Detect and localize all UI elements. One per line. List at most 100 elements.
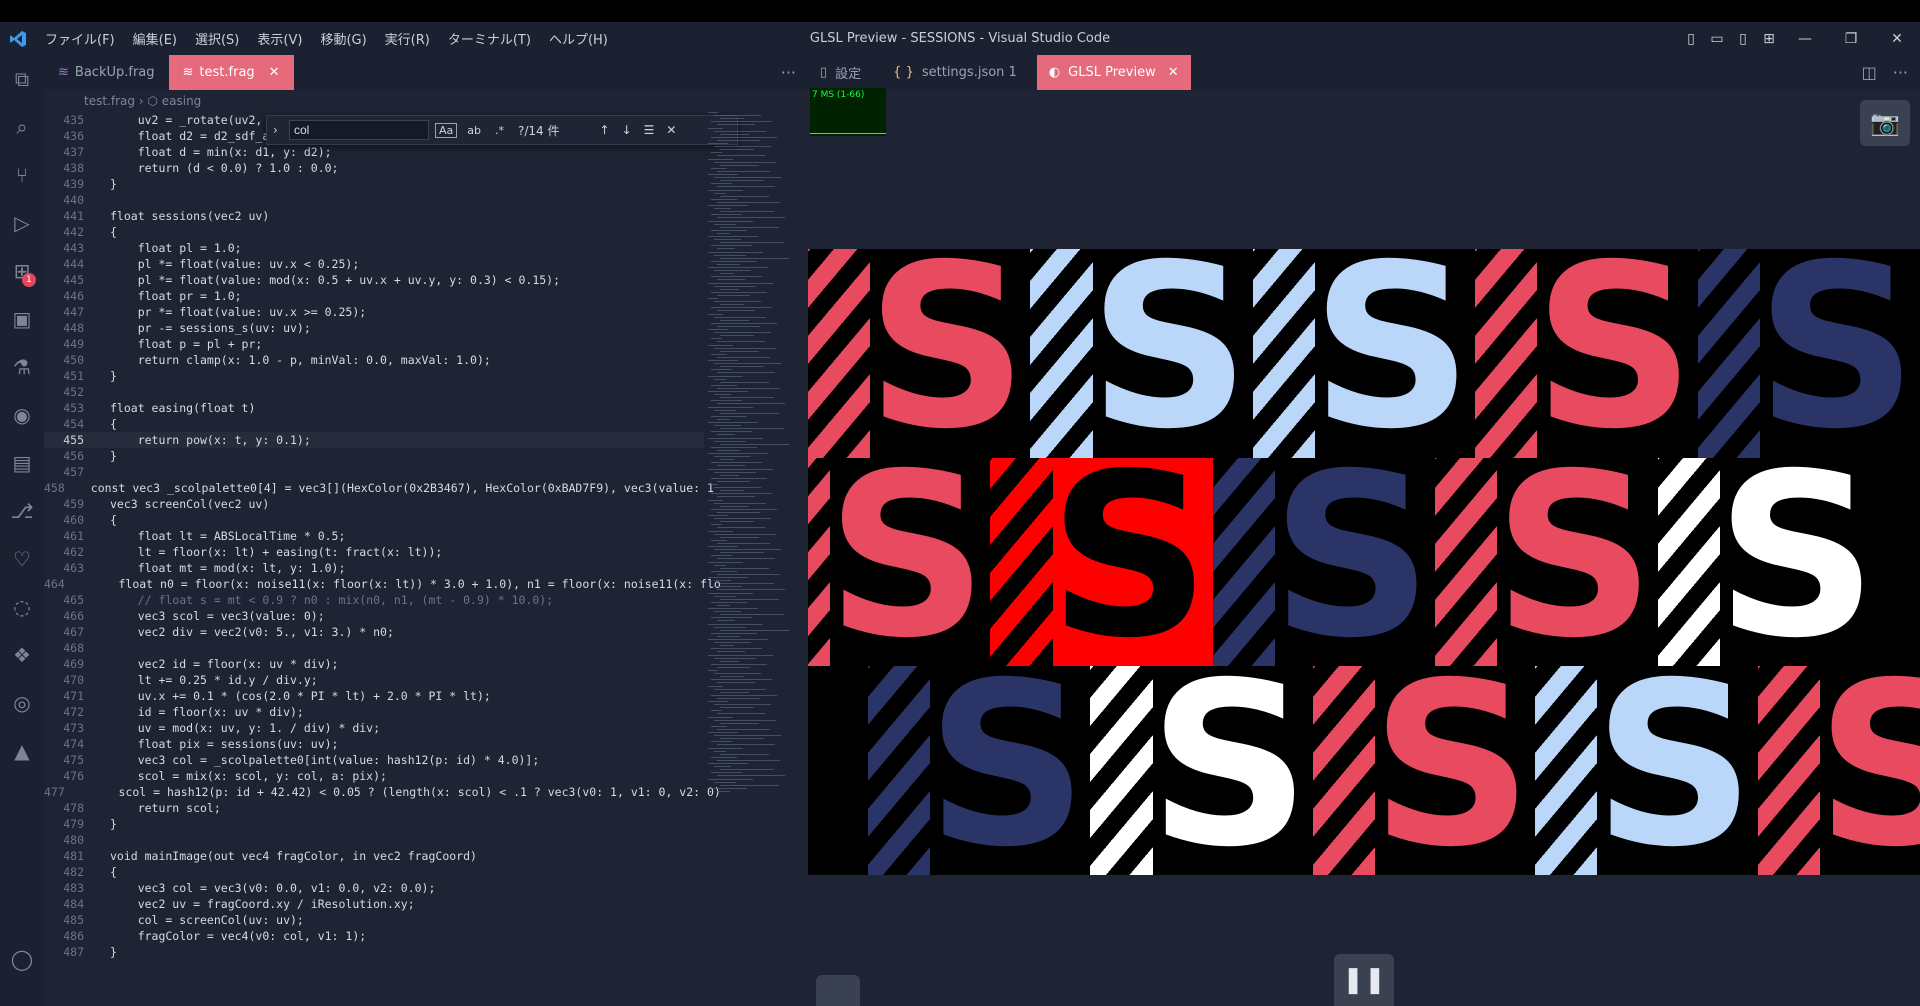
- menu-item[interactable]: ファイル(F): [36, 29, 124, 48]
- code-line[interactable]: 461 float lt = ABSLocalTime * 0.5;: [44, 528, 704, 544]
- code-lines[interactable]: 435 uv2 = _rotate(uv2, 436 float d2 = d2_…: [44, 112, 721, 960]
- code-line[interactable]: 483 vec3 col = vec3(v0: 0.0, v1: 0.0, v2…: [44, 880, 704, 896]
- match-case-toggle[interactable]: Aa: [435, 122, 458, 138]
- tab-settings[interactable]: ▯ 設定: [808, 55, 873, 90]
- code-line[interactable]: 470 lt += 0.25 * id.y / div.y;: [44, 672, 704, 688]
- code-line[interactable]: 468: [44, 640, 704, 656]
- toggle-secondary-sidebar-icon[interactable]: ▯: [1730, 31, 1756, 47]
- menu-item[interactable]: ヘルプ(H): [540, 29, 617, 48]
- code-line[interactable]: 456}: [44, 448, 704, 464]
- find-input[interactable]: [289, 120, 429, 140]
- shader-canvas[interactable]: SSSSSSSSSSSSSSS: [808, 249, 1920, 875]
- github-icon[interactable]: ◉: [0, 391, 44, 439]
- code-line[interactable]: 459 vec3 screenCol(vec2 uv): [44, 496, 704, 512]
- menu-item[interactable]: 選択(S): [186, 29, 248, 48]
- code-line[interactable]: 466 vec3 scol = vec3(value: 0);: [44, 608, 704, 624]
- close-tab-icon[interactable]: ✕: [269, 65, 280, 80]
- code-line[interactable]: 452: [44, 384, 704, 400]
- regex-toggle[interactable]: .*: [491, 123, 508, 138]
- close-window-icon[interactable]: ✕: [1874, 31, 1920, 47]
- json-icon[interactable]: ◌: [0, 583, 44, 631]
- toggle-panel-icon[interactable]: ▭: [1704, 31, 1730, 47]
- code-line[interactable]: 446 float pr = 1.0;: [44, 288, 704, 304]
- code-line[interactable]: 486 fragColor = vec4(v0: col, v1: 1);: [44, 928, 704, 944]
- azure-icon[interactable]: ▲: [0, 727, 44, 775]
- code-line[interactable]: 438 return (d < 0.0) ? 1.0 : 0.0;: [44, 160, 704, 176]
- tab-settings-json[interactable]: { } settings.json 1: [881, 55, 1029, 90]
- split-editor-icon[interactable]: ◫: [1862, 55, 1877, 90]
- code-line[interactable]: 462 lt = floor(x: lt) + easing(t: fract(…: [44, 544, 704, 560]
- breadcrumb-symbol[interactable]: easing: [162, 94, 202, 108]
- search-icon[interactable]: ⌕: [0, 103, 44, 151]
- match-word-toggle[interactable]: ab: [463, 123, 485, 138]
- customize-layout-icon[interactable]: ⊞: [1756, 31, 1782, 47]
- code-line[interactable]: 450 return clamp(x: 1.0 - p, minVal: 0.0…: [44, 352, 704, 368]
- terminal-icon[interactable]: ▤: [0, 439, 44, 487]
- tab-backup-frag[interactable]: ≋ BackUp.frag: [44, 55, 169, 90]
- code-line[interactable]: 457: [44, 464, 704, 480]
- code-line[interactable]: 465 // float s = mt < 0.9 ? n0 : mix(n0,…: [44, 592, 704, 608]
- code-line[interactable]: 478 return scol;: [44, 800, 704, 816]
- code-line[interactable]: 481 void mainImage(out vec4 fragColor, in…: [44, 848, 704, 864]
- next-match-icon[interactable]: ↓: [622, 123, 632, 137]
- minimap[interactable]: [704, 112, 804, 1002]
- code-line[interactable]: 439}: [44, 176, 704, 192]
- code-line[interactable]: 451}: [44, 368, 704, 384]
- code-line[interactable]: 458 const vec3 _scolpalette0[4] = vec3[](…: [44, 480, 714, 496]
- restore-icon[interactable]: ❐: [1828, 31, 1874, 47]
- code-line[interactable]: 472 id = floor(x: uv * div);: [44, 704, 704, 720]
- menu-item[interactable]: 編集(E): [124, 29, 186, 48]
- pause-button[interactable]: ❚❚: [1334, 954, 1394, 1006]
- toggle-primary-sidebar-icon[interactable]: ▯: [1678, 31, 1704, 47]
- testing-icon[interactable]: ⚗: [0, 343, 44, 391]
- code-line[interactable]: 442 {: [44, 224, 704, 240]
- extensions-icon[interactable]: ⊞ 1: [0, 247, 44, 295]
- code-line[interactable]: 475 vec3 col = _scolpalette0[int(value: …: [44, 752, 704, 768]
- code-line[interactable]: 445 pl *= float(value: mod(x: 0.5 + uv.x…: [44, 272, 704, 288]
- screenshot-camera-icon[interactable]: 📷: [1860, 100, 1910, 146]
- menu-item[interactable]: 移動(G): [311, 29, 375, 48]
- code-line[interactable]: 454 {: [44, 416, 704, 432]
- code-line[interactable]: 443 float pl = 1.0;: [44, 240, 704, 256]
- code-line[interactable]: 467 vec2 div = vec2(v0: 5., v1: 3.) * n0…: [44, 624, 704, 640]
- code-line[interactable]: 471 uv.x += 0.1 * (cos(2.0 * PI * lt) + …: [44, 688, 704, 704]
- tab-test-frag[interactable]: ≋ test.frag ✕: [168, 55, 294, 90]
- code-line[interactable]: 469 vec2 id = floor(x: uv * div);: [44, 656, 704, 672]
- code-line[interactable]: 477 scol = hash12(p: id + 42.42) < 0.05 …: [44, 784, 721, 800]
- timeline-icon[interactable]: ♡: [0, 535, 44, 583]
- more-actions-icon[interactable]: ···: [1893, 55, 1908, 90]
- code-line[interactable]: 441 float sessions(vec2 uv): [44, 208, 704, 224]
- code-line[interactable]: 479}: [44, 816, 704, 832]
- code-line[interactable]: 485 col = screenCol(uv: uv);: [44, 912, 704, 928]
- toggle-replace-icon[interactable]: ›: [273, 123, 278, 137]
- code-line[interactable]: 487}: [44, 944, 704, 960]
- more-actions-icon[interactable]: ···: [769, 55, 808, 90]
- source-control-icon[interactable]: ⑂: [0, 151, 44, 199]
- python-icon[interactable]: ❖: [0, 631, 44, 679]
- close-tab-icon[interactable]: ✕: [1168, 65, 1179, 80]
- tab-glsl-preview[interactable]: ◐ GLSL Preview ✕: [1036, 55, 1191, 90]
- code-line[interactable]: 476 scol = mix(x: scol, y: col, a: pix);: [44, 768, 704, 784]
- code-line[interactable]: 484 vec2 uv = fragCoord.xy / iResolution…: [44, 896, 704, 912]
- menu-item[interactable]: 実行(R): [376, 29, 439, 48]
- account-icon[interactable]: ◯: [0, 935, 44, 983]
- minimize-icon[interactable]: —: [1782, 31, 1828, 47]
- remote-explorer-icon[interactable]: ▣: [0, 295, 44, 343]
- breadcrumb-file[interactable]: test.frag: [84, 94, 135, 108]
- code-line[interactable]: 440: [44, 192, 704, 208]
- code-line[interactable]: 473 uv = mod(x: uv, y: 1. / div) * div;: [44, 720, 704, 736]
- code-line[interactable]: 464 float n0 = floor(x: noise11(x: floor…: [44, 576, 721, 592]
- menu-item[interactable]: 表示(V): [248, 29, 311, 48]
- close-find-icon[interactable]: ✕: [666, 123, 676, 137]
- code-line[interactable]: 455 return pow(x: t, y: 0.1);: [44, 432, 704, 448]
- explorer-icon[interactable]: ⧉: [0, 55, 44, 103]
- git-graph-icon[interactable]: ⎇: [0, 487, 44, 535]
- code-line[interactable]: 460 {: [44, 512, 704, 528]
- code-line[interactable]: 437 float d = min(x: d1, y: d2);: [44, 144, 704, 160]
- record-icon[interactable]: ◎: [0, 679, 44, 727]
- find-in-selection-icon[interactable]: ☰: [644, 123, 655, 137]
- code-line[interactable]: 482 {: [44, 864, 704, 880]
- record-button[interactable]: [816, 975, 860, 1006]
- previous-match-icon[interactable]: ↑: [600, 123, 610, 137]
- code-line[interactable]: 453 float easing(float t): [44, 400, 704, 416]
